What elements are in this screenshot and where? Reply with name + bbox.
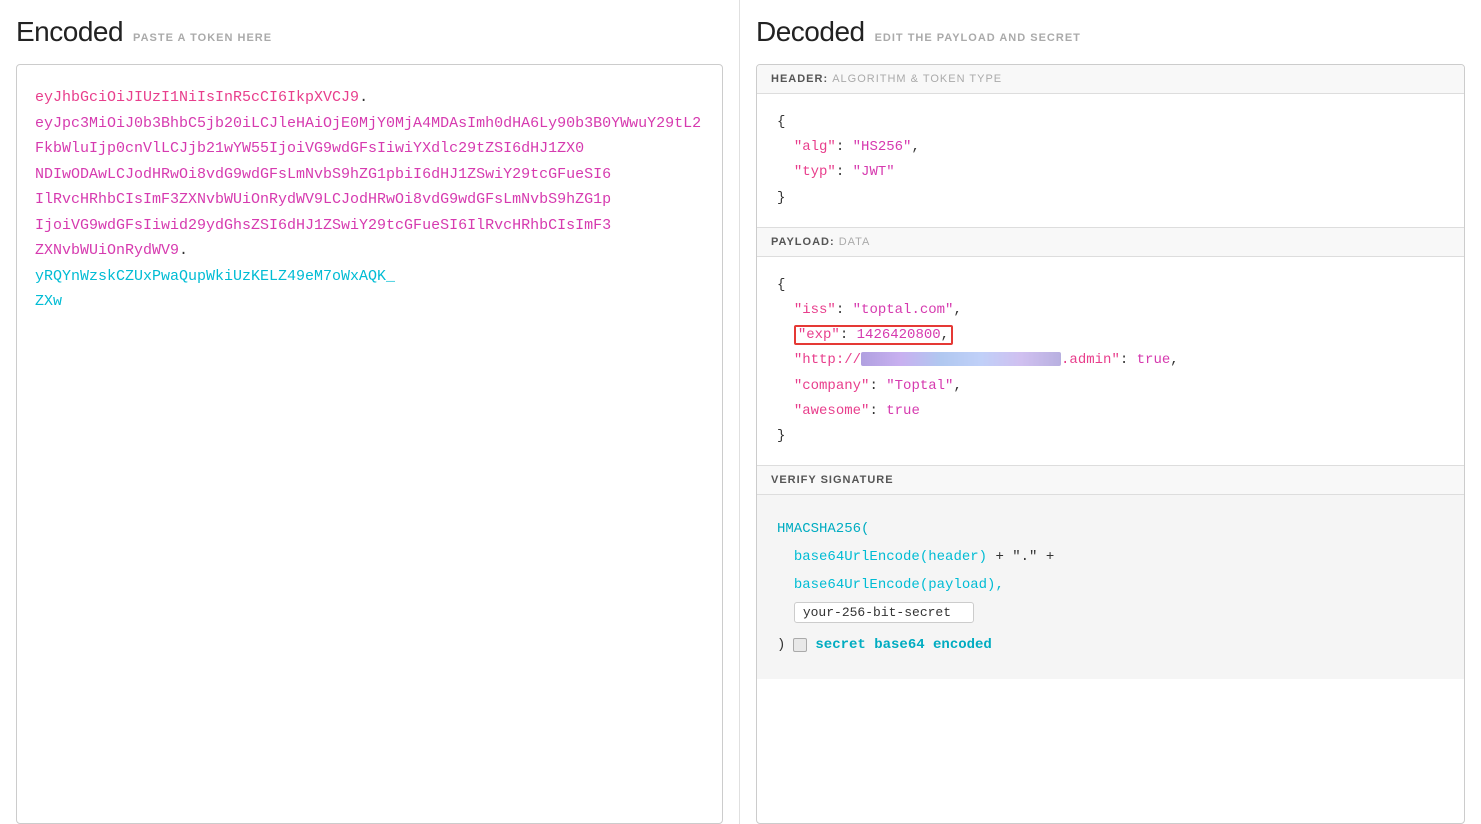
token-payload-part3: IlRvcHRhbCIsImF3ZXNvbWUiOnRydWV9LCJodHRw… <box>35 191 611 208</box>
encoded-subtitle: PASTE A TOKEN HERE <box>133 32 272 44</box>
payload-open-brace: { <box>777 277 785 293</box>
payload-company-value: "Toptal" <box>886 378 953 394</box>
decoded-subtitle: EDIT THE PAYLOAD AND SECRET <box>875 32 1081 44</box>
header-sublabel: ALGORITHM & TOKEN TYPE <box>832 73 1002 85</box>
payload-colon3: : <box>1120 352 1137 368</box>
decoded-title: Decoded <box>756 16 865 48</box>
header-alg-key: "alg" <box>794 139 836 155</box>
verify-fn-name: HMACSHA256( <box>777 521 869 537</box>
token-payload-part1: eyJpc3MiOiJ0b3BhbC5jb20iLCJleHAiOjE0MjY0… <box>35 115 701 158</box>
token-payload-part4: IjoiVG9wdGFsIiwid29ydGhsZSI6dHJ1ZSwiY29t… <box>35 217 611 234</box>
payload-sublabel: DATA <box>839 236 871 248</box>
header-colon1: : <box>836 139 853 155</box>
payload-section-header: PAYLOAD: DATA <box>757 228 1464 257</box>
verify-arg2: base64UrlEncode(payload), <box>794 577 1004 593</box>
header-section: HEADER: ALGORITHM & TOKEN TYPE { "alg": … <box>757 65 1464 228</box>
encoded-header: Encoded PASTE A TOKEN HERE <box>16 16 739 48</box>
payload-iss-value: "toptal.com" <box>853 302 954 318</box>
app-container: Encoded PASTE A TOKEN HERE eyJhbGciOiJIU… <box>0 0 1481 824</box>
payload-url-blurred <box>861 352 1061 366</box>
decoded-sections-container: HEADER: ALGORITHM & TOKEN TYPE { "alg": … <box>756 64 1465 824</box>
payload-comma4: , <box>953 378 961 394</box>
payload-exp-value: 1426420800 <box>857 327 941 343</box>
verify-label: VERIFY SIGNATURE <box>771 474 894 486</box>
encoded-panel: Encoded PASTE A TOKEN HERE eyJhbGciOiJIU… <box>0 0 740 824</box>
verify-section-header: VERIFY SIGNATURE <box>757 466 1464 495</box>
payload-exp-key: "exp" <box>798 327 840 343</box>
header-section-body[interactable]: { "alg": "HS256", "typ": "JWT" } <box>757 94 1464 227</box>
payload-colon4: : <box>869 378 886 394</box>
payload-company-key: "company" <box>794 378 870 394</box>
payload-colon1: : <box>836 302 853 318</box>
secret-base64-checkbox[interactable] <box>793 638 807 652</box>
token-signature-part1: yRQYnWzskCZUxPwaQupWkiUzKELZ49eM7oWxAQK_ <box>35 268 395 285</box>
payload-section-body[interactable]: { "iss": "toptal.com", "exp": 1426420800… <box>757 257 1464 465</box>
header-typ-key: "typ" <box>794 164 836 180</box>
header-section-header: HEADER: ALGORITHM & TOKEN TYPE <box>757 65 1464 94</box>
verify-close-paren: ) <box>777 631 785 659</box>
header-label: HEADER: <box>771 73 828 85</box>
header-open-brace: { <box>777 114 785 130</box>
payload-awesome-key: "awesome" <box>794 403 870 419</box>
payload-awesome-value: true <box>886 403 920 419</box>
header-alg-value: "HS256" <box>853 139 912 155</box>
verify-concat: + "." + <box>995 549 1054 565</box>
payload-url-key: "http:// <box>794 352 861 368</box>
payload-comma2: , <box>941 327 949 343</box>
token-signature-part2: ZXw <box>35 293 62 310</box>
payload-close-brace: } <box>777 428 785 444</box>
payload-admin-suffix: .admin" <box>1061 352 1120 368</box>
payload-label: PAYLOAD: <box>771 236 835 248</box>
encoded-token-box[interactable]: eyJhbGciOiJIUzI1NiIsInR5cCI6IkpXVCJ9. ey… <box>16 64 723 824</box>
token-header-part: eyJhbGciOiJIUzI1NiIsInR5cCI6IkpXVCJ9 <box>35 89 359 106</box>
secret-base64-label: secret base64 encoded <box>815 631 991 659</box>
payload-colon5: : <box>869 403 886 419</box>
verify-section: VERIFY SIGNATURE HMACSHA256( base64UrlEn… <box>757 466 1464 679</box>
decoded-header: Decoded EDIT THE PAYLOAD AND SECRET <box>756 16 1481 48</box>
header-colon2: : <box>836 164 853 180</box>
payload-section: PAYLOAD: DATA { "iss": "toptal.com", "ex… <box>757 228 1464 466</box>
header-typ-value: "JWT" <box>853 164 895 180</box>
exp-highlight: "exp": 1426420800, <box>794 325 953 345</box>
dot2: . <box>179 242 188 259</box>
dot1: . <box>359 89 368 106</box>
token-payload-part2: NDIwODAwLCJodHRwOi8vdG9wdGFsLmNvbS9hZG1p… <box>35 166 611 183</box>
secret-input[interactable] <box>794 602 974 623</box>
payload-comma1: , <box>953 302 961 318</box>
payload-iss-key: "iss" <box>794 302 836 318</box>
token-payload-part5: ZXNvbWUiOnRydWV9 <box>35 242 179 259</box>
encoded-title: Encoded <box>16 16 123 48</box>
header-comma1: , <box>911 139 919 155</box>
decoded-panel: Decoded EDIT THE PAYLOAD AND SECRET HEAD… <box>740 0 1481 824</box>
header-close-brace: } <box>777 190 785 206</box>
payload-comma3: , <box>1170 352 1178 368</box>
verify-footer: ) secret base64 encoded <box>777 631 1444 659</box>
verify-section-body: HMACSHA256( base64UrlEncode(header) + ".… <box>757 495 1464 679</box>
payload-colon2: : <box>840 327 857 343</box>
verify-arg1: base64UrlEncode(header) <box>794 549 987 565</box>
payload-admin-value: true <box>1137 352 1171 368</box>
